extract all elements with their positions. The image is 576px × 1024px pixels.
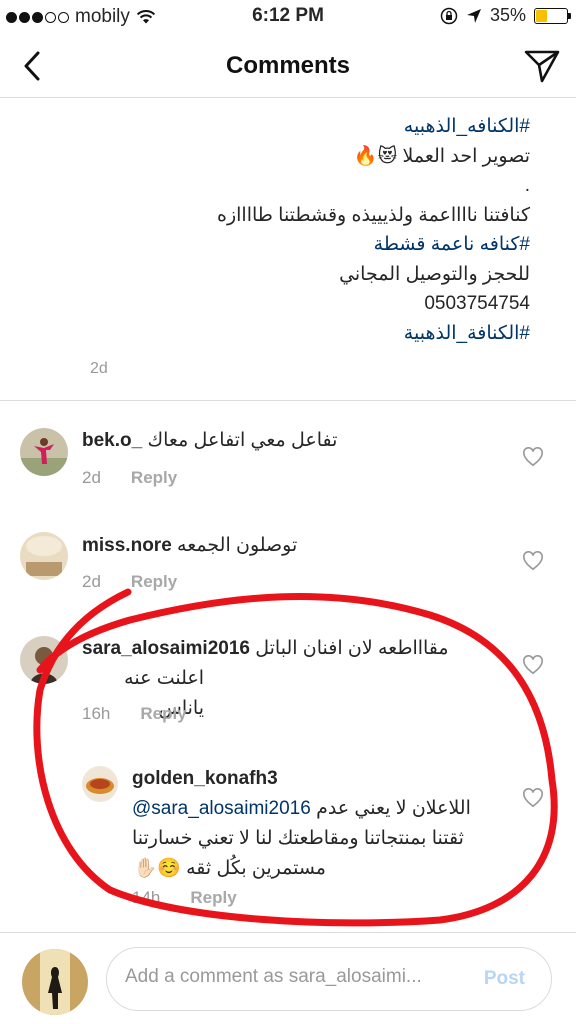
- phone-number: 0503754754: [424, 293, 530, 314]
- avatar[interactable]: [82, 766, 118, 802]
- heart-icon[interactable]: [522, 551, 544, 571]
- status-bar: mobily 6:12 PM 35%: [0, 0, 576, 34]
- reply-meta: 14h Reply: [132, 888, 237, 908]
- heart-icon[interactable]: [522, 788, 544, 808]
- nav-bar: Comments: [0, 34, 576, 98]
- current-user-avatar: [22, 949, 88, 1015]
- battery-percent: 35%: [489, 5, 526, 25]
- comment-timestamp: 2d: [82, 468, 101, 487]
- battery-icon: [534, 7, 571, 24]
- page-title: Comments: [225, 52, 351, 79]
- battery-level: [536, 9, 547, 22]
- comment-timestamp: 2d: [82, 572, 101, 591]
- reply-text: ثقتنا بمنتجاتنا ومقاطعتك لنا لا تعني خسا…: [132, 828, 464, 849]
- avatar[interactable]: [20, 636, 68, 684]
- comment-input[interactable]: [125, 966, 457, 988]
- post-button[interactable]: Post: [484, 968, 525, 990]
- comment-username[interactable]: bek.o_: [82, 430, 142, 451]
- reply-text: اللاعلان لا يعني عدم: [316, 798, 471, 819]
- heart-icon[interactable]: [522, 655, 544, 675]
- comment-input-bar: Post: [0, 932, 576, 1024]
- caption-timestamp: 2d: [90, 360, 108, 377]
- location-arrow-icon: [466, 8, 481, 23]
- mention-link[interactable]: @sara_alosaimi2016: [132, 798, 311, 819]
- comment-meta: 2d Reply: [82, 572, 177, 592]
- comment-timestamp: 16h: [82, 704, 111, 723]
- caption-line: .: [524, 175, 530, 196]
- reply-button[interactable]: Reply: [131, 468, 177, 488]
- hashtag-link[interactable]: #الكنافة_الذهبية: [90, 319, 530, 349]
- reply-button[interactable]: Reply: [190, 888, 236, 908]
- reply-button[interactable]: Reply: [140, 704, 186, 724]
- rotation-lock-icon: [440, 7, 458, 24]
- caption-line: تصوير احد العملا 😻🔥: [353, 145, 530, 167]
- reply-username[interactable]: golden_konafh3: [132, 768, 278, 789]
- comment-text-block: bek.o_ تفاعل معي اتفاعل معاك: [82, 426, 512, 456]
- reply-timestamp: 14h: [132, 888, 161, 907]
- comment-text: مقاااطعه لان افنان الباتل: [255, 638, 449, 659]
- comment-text-block: miss.nore توصلون الجمعه: [82, 531, 512, 561]
- hashtag-link[interactable]: #الكنافه_الذهبيه: [90, 112, 530, 142]
- reply-button[interactable]: Reply: [131, 572, 177, 592]
- hashtag-link[interactable]: #كنافه ناعمة قشطة: [90, 230, 530, 260]
- reply-text: مستمرين بكُل ثقه ☺️✋🏻: [133, 858, 327, 879]
- comment-row: sara_alosaimi2016 مقاااطعه لان افنان الب…: [0, 610, 576, 740]
- post-caption: #الكنافه_الذهبيه تصوير احد العملا 😻🔥 . ك…: [90, 112, 530, 348]
- comment-username[interactable]: miss.nore: [82, 535, 172, 556]
- status-right: 35%: [440, 5, 571, 26]
- paper-plane-icon: [524, 50, 560, 83]
- comment-text: تفاعل معي اتفاعل معاك: [147, 430, 338, 451]
- comment-meta: 16h Reply: [82, 704, 187, 724]
- comment-row: miss.nore توصلون الجمعه 2d Reply: [0, 505, 576, 605]
- reply-text-block: golden_konafh3 @sara_alosaimi2016 اللاعل…: [132, 764, 528, 884]
- avatar[interactable]: [20, 428, 68, 476]
- comment-username[interactable]: sara_alosaimi2016: [82, 638, 250, 659]
- avatar[interactable]: [20, 532, 68, 580]
- reply-row: golden_konafh3 @sara_alosaimi2016 اللاعل…: [0, 750, 576, 920]
- caption-line: للحجز والتوصيل المجاني: [339, 263, 530, 285]
- share-button[interactable]: [522, 46, 562, 86]
- comment-text: توصلون الجمعه: [177, 535, 298, 556]
- comment-row: bek.o_ تفاعل معي اتفاعل معاك 2d Reply: [0, 400, 576, 500]
- comment-input-box: Post: [106, 947, 552, 1011]
- heart-icon[interactable]: [522, 447, 544, 467]
- caption-line: كنافتنا نااااعمة ولذيييذه وقشطتنا طااااز…: [217, 204, 530, 226]
- comment-meta: 2d Reply: [82, 468, 177, 488]
